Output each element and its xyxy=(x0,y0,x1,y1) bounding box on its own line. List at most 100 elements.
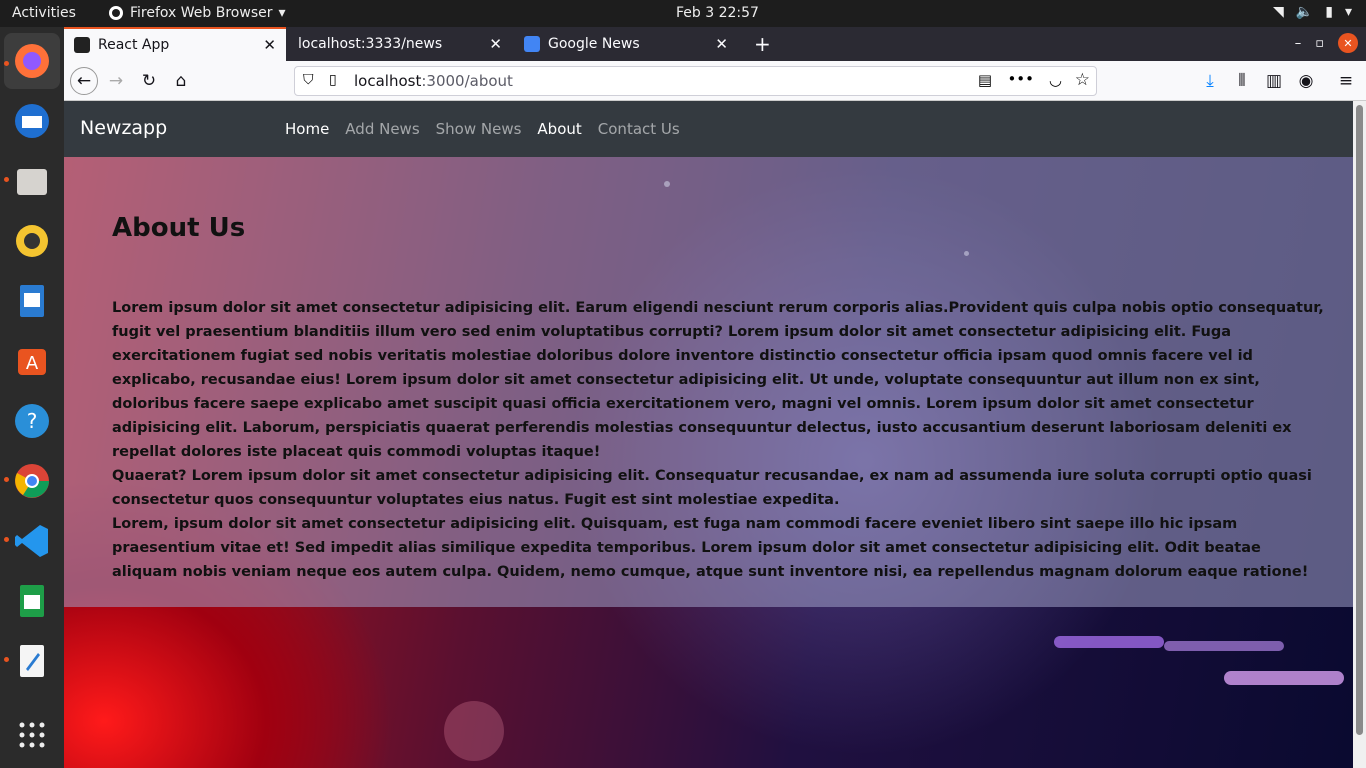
dock-vscode[interactable] xyxy=(4,513,60,569)
window-controls: – ▫ ✕ xyxy=(1295,33,1358,53)
help-icon: ? xyxy=(15,404,49,438)
reload-icon: ↻ xyxy=(141,71,157,91)
page-title: About Us xyxy=(112,213,246,243)
app-menu[interactable]: Firefox Web Browser ▾ xyxy=(108,5,286,21)
sidebar-button[interactable]: ▥ xyxy=(1260,67,1288,95)
library-icon: ⫴ xyxy=(1238,71,1246,91)
grid-icon xyxy=(19,722,45,748)
dock-help[interactable]: ? xyxy=(4,393,60,449)
chrome-icon xyxy=(15,464,49,498)
page-scrollbar[interactable] xyxy=(1353,101,1366,768)
close-tab-icon[interactable]: ✕ xyxy=(489,35,502,53)
app-menu-label: Firefox Web Browser xyxy=(130,5,273,21)
account-button[interactable]: ◉ xyxy=(1292,67,1320,95)
nav-link-home[interactable]: Home xyxy=(285,120,329,138)
downloads-button[interactable]: ⤓ xyxy=(1196,67,1224,95)
dock-calc[interactable] xyxy=(4,573,60,629)
about-paragraph: Lorem ipsum dolor sit amet consectetur a… xyxy=(112,300,1324,460)
about-paragraph: Lorem, ipsum dolor sit amet consectetur … xyxy=(112,516,1309,580)
tab-bar: React App ✕ localhost:3333/news ✕ Google… xyxy=(64,27,1366,61)
dock-writer[interactable] xyxy=(4,273,60,329)
rhythmbox-icon xyxy=(16,225,48,257)
back-button[interactable]: ← xyxy=(70,67,98,95)
tab-google-news[interactable]: Google News ✕ xyxy=(514,27,738,61)
show-applications-button[interactable] xyxy=(4,707,60,763)
pocket-icon[interactable]: ◡ xyxy=(1049,71,1062,89)
nav-link-about[interactable]: About xyxy=(537,120,581,138)
react-favicon-icon xyxy=(74,37,90,53)
dock-firefox[interactable] xyxy=(4,33,60,89)
tab-localhost-news[interactable]: localhost:3333/news ✕ xyxy=(288,27,512,61)
battery-icon: ▮ xyxy=(1325,4,1333,20)
nav-link-add-news[interactable]: Add News xyxy=(345,120,419,138)
chevron-down-icon: ▾ xyxy=(1344,4,1352,20)
activities-button[interactable]: Activities xyxy=(12,5,76,21)
new-tab-button[interactable]: + xyxy=(744,27,774,61)
dock-software[interactable]: A xyxy=(4,333,60,389)
page-viewport: Newzapp Home Add News Show News About Co… xyxy=(64,101,1353,768)
nav-link-show-news[interactable]: Show News xyxy=(436,120,522,138)
download-icon: ⤓ xyxy=(1206,71,1214,91)
menu-button[interactable]: ≡ xyxy=(1332,67,1360,95)
site-menu: Home Add News Show News About Contact Us xyxy=(285,120,680,138)
dock-files[interactable] xyxy=(4,153,60,209)
tab-title: localhost:3333/news xyxy=(298,36,443,52)
arrow-left-icon: ← xyxy=(76,71,92,91)
close-window-button[interactable]: ✕ xyxy=(1338,33,1358,53)
google-news-favicon-icon xyxy=(524,36,540,52)
forward-button[interactable]: → xyxy=(102,67,130,95)
url-text[interactable]: localhost:3000/about xyxy=(354,72,513,90)
maximize-button[interactable]: ▫ xyxy=(1315,36,1324,51)
dock-chrome[interactable] xyxy=(4,453,60,509)
text-editor-icon xyxy=(20,645,44,677)
writer-icon xyxy=(20,285,44,317)
dock-thunderbird[interactable] xyxy=(4,93,60,149)
chevron-down-icon: ▾ xyxy=(278,5,286,21)
tab-title: React App xyxy=(98,37,170,53)
close-tab-icon[interactable]: ✕ xyxy=(263,36,276,54)
thunderbird-icon xyxy=(15,104,49,138)
volume-icon: 🔈 xyxy=(1295,4,1314,20)
system-top-bar: Activities Firefox Web Browser ▾ Feb 3 2… xyxy=(0,0,1366,27)
page-info-icon[interactable]: ▯ xyxy=(329,72,337,88)
dock-rhythmbox[interactable] xyxy=(4,213,60,269)
calc-icon xyxy=(20,585,44,617)
nav-toolbar: ← → ↻ ⌂ ⛉ ▯ localhost:3000/about ▤ ••• ◡… xyxy=(64,61,1366,101)
account-icon: ◉ xyxy=(1298,71,1314,91)
svg-text:?: ? xyxy=(27,409,38,433)
about-body: Lorem ipsum dolor sit amet consectetur a… xyxy=(112,296,1324,584)
site-brand[interactable]: Newzapp xyxy=(80,117,167,139)
bookmark-star-icon[interactable]: ☆ xyxy=(1075,70,1090,90)
nav-link-contact-us[interactable]: Contact Us xyxy=(598,120,680,138)
library-button[interactable]: ⫴ xyxy=(1228,67,1256,95)
software-icon: A xyxy=(18,349,46,375)
scrollbar-thumb[interactable] xyxy=(1356,105,1363,735)
url-bar[interactable]: ⛉ ▯ localhost:3000/about ▤ ••• ◡ ☆ xyxy=(294,66,1097,96)
close-tab-icon[interactable]: ✕ xyxy=(715,35,728,53)
arrow-right-icon: → xyxy=(108,71,124,91)
page-actions-icon[interactable]: ••• xyxy=(1007,70,1034,88)
about-section: About Us Lorem ipsum dolor sit amet cons… xyxy=(64,157,1353,607)
hamburger-icon: ≡ xyxy=(1338,71,1354,91)
firefox-icon xyxy=(109,6,123,20)
clock[interactable]: Feb 3 22:57 xyxy=(676,5,759,21)
tab-react-app[interactable]: React App ✕ xyxy=(64,27,286,61)
reload-button[interactable]: ↻ xyxy=(135,67,163,95)
plus-icon: + xyxy=(754,32,771,56)
tab-title: Google News xyxy=(548,36,640,52)
wifi-icon: ◥ xyxy=(1273,4,1284,20)
home-button[interactable]: ⌂ xyxy=(167,67,195,95)
files-icon xyxy=(17,169,47,195)
dock-text-editor[interactable] xyxy=(4,633,60,689)
system-tray[interactable]: ◥ 🔈 ▮ ▾ xyxy=(1273,4,1352,20)
firefox-icon xyxy=(15,44,49,78)
minimize-button[interactable]: – xyxy=(1295,36,1302,51)
dock: A ? xyxy=(0,27,64,768)
sidebar-icon: ▥ xyxy=(1265,71,1283,91)
site-navbar: Newzapp Home Add News Show News About Co… xyxy=(64,101,1353,157)
shield-icon[interactable]: ⛉ xyxy=(303,72,314,88)
svg-text:A: A xyxy=(26,353,39,374)
reader-view-icon[interactable]: ▤ xyxy=(978,71,992,89)
vscode-icon xyxy=(15,525,48,557)
about-paragraph: Quaerat? Lorem ipsum dolor sit amet cons… xyxy=(112,468,1312,508)
